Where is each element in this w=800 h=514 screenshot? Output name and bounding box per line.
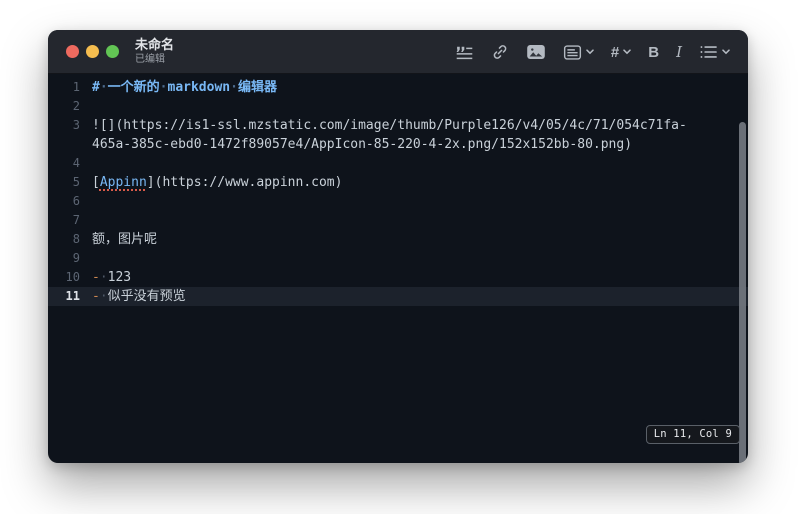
- line-content: [80, 97, 92, 116]
- code-segment-hdot: ·: [99, 80, 108, 95]
- toolbar: # B I: [451, 30, 734, 74]
- heading-icon: #: [610, 43, 620, 61]
- line-number: 9: [72, 251, 80, 265]
- code-segment-default: 123: [107, 270, 132, 285]
- editor-line[interactable]: 465a-385c-ebd0-1472f89057e4/AppIcon-85-2…: [48, 135, 748, 154]
- code-segment-orange: -: [92, 289, 100, 304]
- code-segment-default: 似乎没有预览: [107, 289, 186, 304]
- line-content: [80, 154, 92, 173]
- line-content: -·似乎没有预览: [80, 287, 186, 306]
- line-content: ![](https://is1-ssl.mzstatic.com/image/t…: [80, 116, 687, 135]
- line-content: [80, 192, 92, 211]
- close-button[interactable]: [66, 45, 79, 58]
- code-segment-default: ![](https://is1-ssl.mzstatic.com/image/t…: [92, 118, 687, 133]
- editor-line[interactable]: 9: [48, 249, 748, 268]
- line-number: 4: [72, 156, 80, 170]
- line-content: 额，图片呢: [80, 230, 157, 249]
- panel-icon: [563, 44, 582, 61]
- chevron-down-icon: [586, 49, 594, 55]
- list-button[interactable]: [695, 40, 734, 64]
- italic-button[interactable]: I: [672, 39, 686, 65]
- line-content: -·123: [80, 268, 131, 287]
- window-title: 未命名: [135, 37, 175, 53]
- code-segment-dot: ·: [99, 270, 108, 285]
- line-content: 465a-385c-ebd0-1472f89057e4/AppIcon-85-2…: [80, 135, 632, 154]
- editor-line[interactable]: 7: [48, 211, 748, 230]
- code-segment-hdot: ·: [159, 80, 168, 95]
- minimize-button[interactable]: [86, 45, 99, 58]
- editor-line[interactable]: 4: [48, 154, 748, 173]
- bold-icon: B: [648, 43, 660, 61]
- blockquote-icon: [455, 44, 474, 61]
- line-number: 3: [72, 118, 80, 132]
- code-segment-heading: 编辑器: [237, 80, 277, 95]
- code-segment-hdot: ·: [230, 80, 238, 95]
- link-icon: [491, 43, 509, 61]
- traffic-lights: [66, 45, 119, 58]
- line-content: [80, 249, 92, 268]
- title-block: 未命名 已编辑: [135, 37, 175, 65]
- line-content: [Appinn](https://www.appinn.com): [80, 173, 342, 192]
- markdown-editor-window: 未命名 已编辑 # B I 1 #·一个新的·markdown·编辑器 2 3 …: [48, 30, 748, 463]
- editor-lines: 1 #·一个新的·markdown·编辑器 2 3 ![](https://is1-ss…: [48, 78, 748, 306]
- line-content: [80, 211, 92, 230]
- line-number: 1: [72, 80, 80, 94]
- line-number: 8: [72, 232, 80, 246]
- zoom-button[interactable]: [106, 45, 119, 58]
- code-segment-default: 额，图片呢: [92, 232, 158, 247]
- bold-button[interactable]: B: [644, 40, 663, 65]
- insert-image-button[interactable]: [522, 39, 550, 65]
- code-segment-link: Appinn: [99, 175, 147, 190]
- line-number: [48, 135, 80, 154]
- code-segment-heading: markdown: [167, 80, 231, 95]
- list-icon: [699, 44, 718, 60]
- editor-line[interactable]: 2: [48, 97, 748, 116]
- line-number: 11: [65, 289, 80, 303]
- editor-line[interactable]: 6: [48, 192, 748, 211]
- titlebar: 未命名 已编辑 # B I: [48, 30, 748, 74]
- editor-pane[interactable]: 1 #·一个新的·markdown·编辑器 2 3 ![](https://is1-ss…: [48, 74, 748, 463]
- code-segment-default: 465a-385c-ebd0-1472f89057e4/AppIcon-85-2…: [92, 137, 633, 152]
- code-segment-orange: -: [92, 270, 100, 285]
- insert-panel-button[interactable]: [559, 40, 598, 65]
- code-segment-default: ](https://www.appinn.com): [146, 175, 343, 190]
- editor-line[interactable]: 8 额，图片呢: [48, 230, 748, 249]
- editor-line[interactable]: 10 -·123: [48, 268, 748, 287]
- document-edited-status: 已编辑: [135, 53, 165, 65]
- cursor-position-badge: Ln 11, Col 9: [645, 425, 740, 444]
- blockquote-button[interactable]: [451, 40, 478, 65]
- chevron-down-icon: [623, 49, 631, 55]
- code-segment-heading: 一个新的: [107, 80, 160, 95]
- editor-line[interactable]: 3 ![](https://is1-ssl.mzstatic.com/image/…: [48, 116, 748, 135]
- vertical-scrollbar[interactable]: [739, 122, 746, 463]
- italic-icon: I: [676, 43, 682, 61]
- heading-button[interactable]: #: [607, 40, 635, 65]
- editor-line[interactable]: 5 [Appinn](https://www.appinn.com): [48, 173, 748, 192]
- chevron-down-icon: [722, 49, 730, 55]
- editor-line-current[interactable]: 11 -·似乎没有预览: [48, 287, 748, 306]
- insert-link-button[interactable]: [487, 39, 513, 65]
- code-segment-dot: ·: [99, 289, 108, 304]
- line-number: 7: [72, 213, 80, 227]
- line-number: 10: [65, 270, 80, 284]
- line-number: 5: [72, 175, 80, 189]
- line-content: #·一个新的·markdown·编辑器: [80, 78, 277, 97]
- editor-line[interactable]: 1 #·一个新的·markdown·编辑器: [48, 78, 748, 97]
- line-number: 6: [72, 194, 80, 208]
- line-number: 2: [72, 99, 80, 113]
- image-icon: [526, 43, 546, 61]
- code-segment-default: [: [92, 175, 100, 190]
- code-segment-heading: #: [92, 80, 100, 95]
